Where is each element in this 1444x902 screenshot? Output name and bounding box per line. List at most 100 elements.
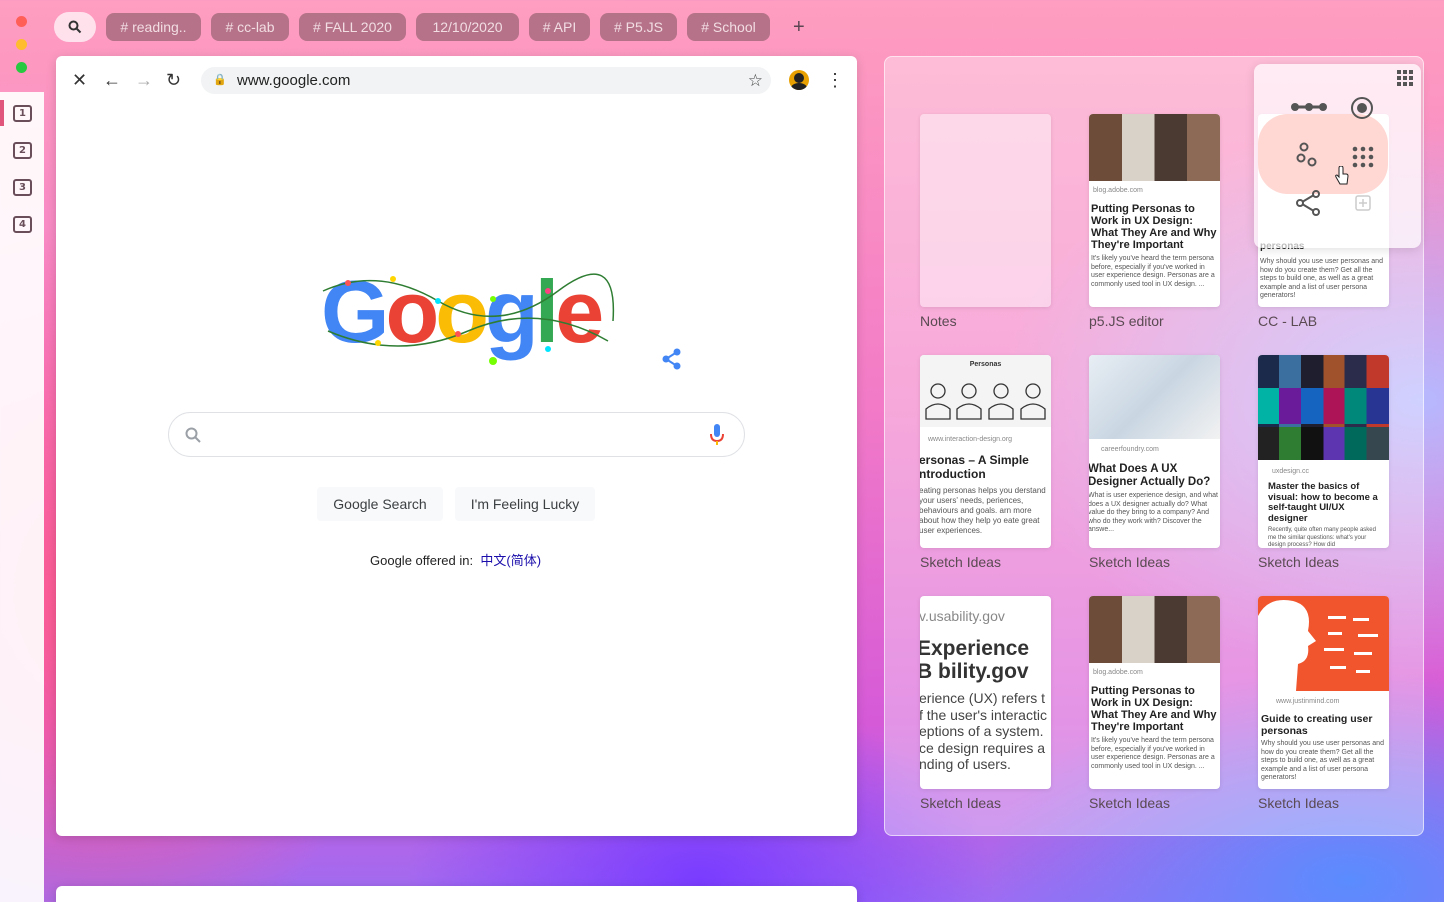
microphone-icon[interactable] [710, 424, 724, 446]
card-uxdesign[interactable]: uxdesign.cc Master the basics of visual:… [1258, 355, 1389, 548]
timeline-icon[interactable] [1290, 101, 1328, 113]
close-icon[interactable]: ✕ [72, 70, 87, 91]
nodes-icon[interactable] [1296, 142, 1322, 168]
close-window-dot[interactable] [16, 16, 27, 27]
card-source: blog.adobe.com [1093, 669, 1143, 676]
card-source: v.usability.gov [920, 608, 1005, 624]
card-caption: CC - LAB [1258, 313, 1318, 329]
card-usability-gov[interactable]: v.usability.gov Experience B bility.gov … [920, 596, 1051, 789]
cursor-hand-icon [1335, 166, 1349, 185]
card-caption: Sketch Ideas [1258, 554, 1339, 570]
card-caption: Sketch Ideas [1258, 795, 1339, 811]
card-thumbnail [1089, 355, 1220, 439]
card-interaction-design[interactable]: Personas www.interaction-design.org erso… [920, 355, 1051, 548]
tag-cc-lab[interactable]: # cc-lab [211, 13, 289, 41]
language-link[interactable]: 中文(简体) [480, 553, 541, 568]
card-p5js[interactable]: blog.adobe.com Putting Personas to Work … [1089, 114, 1220, 307]
card-title: ersonas – A Simple ntroduction [920, 453, 1029, 481]
card-caption: Sketch Ideas [1089, 554, 1170, 570]
record-icon[interactable] [1350, 96, 1374, 120]
tag-api[interactable]: # API [529, 13, 590, 41]
minimize-window-dot[interactable] [16, 39, 27, 50]
card-title: Experience B bility.gov [920, 637, 1030, 683]
card-title: Master the basics of visual: how to beco… [1268, 481, 1378, 524]
card-caption: p5.JS editor [1089, 313, 1164, 329]
card-desc: Why should you use user personas and how… [1261, 740, 1384, 781]
rail-active-indicator [0, 100, 4, 126]
card-thumbnail [1089, 596, 1220, 663]
card-title: Guide to creating user personas [1261, 713, 1373, 737]
card-thumbnail: Personas [920, 355, 1051, 427]
google-search-button[interactable]: Google Search [317, 487, 443, 521]
card-source: blog.adobe.com [1093, 187, 1143, 194]
card-justinmind[interactable]: www.justinmind.com Guide to creating use… [1258, 596, 1389, 789]
card-thumbnail [1089, 114, 1220, 181]
workspace-1-icon[interactable]: 1 [13, 105, 32, 122]
forward-icon[interactable]: → [135, 70, 153, 91]
card-caption: Sketch Ideas [1089, 795, 1170, 811]
browser-window: ✕ ← → ↻ 🔒 www.google.com ☆ ⋮ Google Goog… [56, 56, 857, 836]
card-desc: eating personas helps you derstand your … [920, 486, 1046, 535]
tag-p5js[interactable]: # P5.JS [600, 13, 677, 41]
dots-grid-icon[interactable] [1352, 146, 1374, 168]
add-box-icon[interactable] [1355, 195, 1371, 211]
card-title: Putting Personas to Work in UX Design: W… [1091, 203, 1217, 251]
browser-toolbar: ✕ ← → ↻ 🔒 www.google.com ☆ ⋮ [56, 56, 857, 104]
add-tag-button[interactable]: + [793, 16, 805, 39]
lock-icon: 🔒 [213, 74, 227, 86]
card-header: Personas [969, 361, 1002, 368]
grid-icon[interactable] [1397, 70, 1413, 86]
more-menu-icon[interactable]: ⋮ [826, 70, 844, 91]
avatar[interactable] [789, 70, 809, 90]
workspace-2-icon[interactable]: 2 [13, 142, 32, 159]
card-source: careerfoundry.com [1101, 446, 1159, 453]
card-title: What Does A UX Designer Actually Do? [1089, 463, 1211, 488]
bookmark-star-icon[interactable]: ☆ [748, 67, 763, 94]
card-source: www.justinmind.com [1276, 698, 1340, 705]
card-desc: Why should you use user personas and how… [1260, 258, 1383, 299]
card-caption: Sketch Ideas [920, 795, 1001, 811]
tag-reading[interactable]: # reading.. [106, 13, 201, 41]
tag-date[interactable]: 12/10/2020 [416, 13, 519, 41]
tag-school[interactable]: # School [687, 13, 770, 41]
card-notes[interactable] [920, 114, 1051, 307]
url-text: www.google.com [237, 72, 351, 89]
tag-search-button[interactable] [54, 12, 96, 42]
card-title: Putting Personas to Work in UX Design: W… [1091, 685, 1217, 733]
card-adobe-personas[interactable]: blog.adobe.com Putting Personas to Work … [1089, 596, 1220, 789]
window-controls [16, 16, 27, 85]
card-desc: What is user experience design, and what… [1089, 492, 1218, 533]
persona-head-illustration [1258, 600, 1378, 691]
card-caption: Notes [920, 313, 957, 329]
address-bar[interactable]: 🔒 www.google.com ☆ [201, 67, 771, 94]
persona-illustration [925, 383, 1046, 420]
card-desc: erience (UX) refers t f the user's inter… [920, 690, 1047, 772]
back-icon[interactable]: ← [103, 70, 121, 91]
zoom-window-dot[interactable] [16, 62, 27, 73]
workspace-3-icon[interactable]: 3 [13, 179, 32, 196]
card-caption: Sketch Ideas [920, 554, 1001, 570]
card-careerfoundry[interactable]: careerfoundry.com What Does A UX Designe… [1089, 355, 1220, 548]
card-desc: Recently, quite often many people asked … [1268, 527, 1376, 548]
workspace-4-icon[interactable]: 4 [13, 216, 32, 233]
card-desc: It's likely you've heard the term person… [1091, 737, 1215, 770]
feeling-lucky-button[interactable]: I'm Feeling Lucky [455, 487, 595, 521]
tag-fall-2020[interactable]: # FALL 2020 [299, 13, 406, 41]
search-icon [185, 427, 201, 443]
workspace-rail: 1 2 3 4 [0, 92, 44, 902]
second-browser-window[interactable] [56, 886, 857, 902]
doodle-lights [322, 273, 615, 365]
reload-icon[interactable]: ↻ [166, 70, 181, 91]
share-icon[interactable] [1296, 190, 1322, 216]
share-icon[interactable] [661, 348, 683, 370]
card-source: uxdesign.cc [1272, 468, 1309, 475]
share-popover [1254, 64, 1421, 248]
search-icon [68, 20, 82, 34]
card-thumbnail [1258, 596, 1389, 691]
language-offer: Google offered in: 中文(简体) [370, 550, 541, 569]
card-source: www.interaction-design.org [928, 436, 1013, 443]
offer-label: Google offered in: [370, 553, 474, 568]
search-input[interactable] [168, 412, 745, 457]
card-thumbnail [1258, 355, 1389, 460]
card-desc: It's likely you've heard the term person… [1091, 255, 1215, 288]
